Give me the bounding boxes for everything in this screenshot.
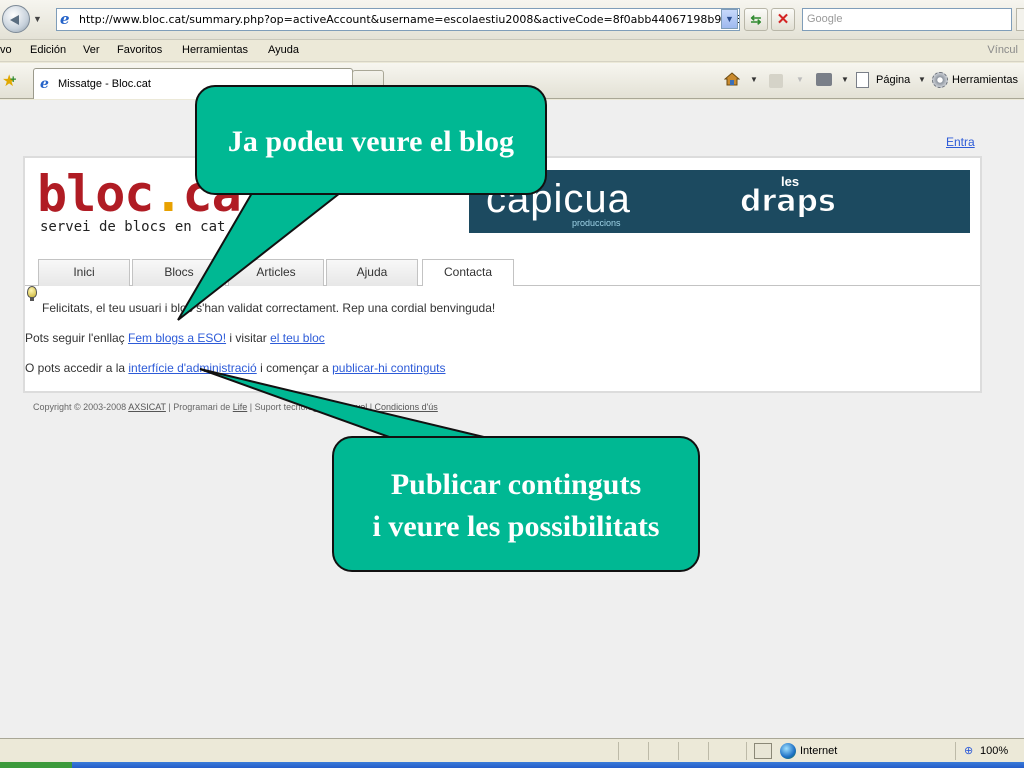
status-separator bbox=[955, 742, 956, 760]
callout-1-pointer bbox=[177, 192, 343, 321]
callout-2-line2: i veure les possibilitats bbox=[372, 510, 660, 543]
start-button[interactable] bbox=[0, 762, 72, 768]
protected-mode-icon[interactable] bbox=[754, 743, 772, 759]
status-separator bbox=[618, 742, 619, 760]
status-separator bbox=[648, 742, 649, 760]
zoom-icon[interactable]: ⊕ bbox=[964, 744, 973, 757]
status-separator bbox=[708, 742, 709, 760]
zoom-level[interactable]: 100% bbox=[980, 745, 1008, 757]
callout-1-text: Ja podeu veure el blog bbox=[227, 125, 515, 158]
callout-view-blog: Ja podeu veure el blog bbox=[195, 85, 547, 195]
windows-taskbar bbox=[0, 762, 1024, 768]
status-separator bbox=[678, 742, 679, 760]
status-bar: Internet ⊕ 100% bbox=[0, 738, 1024, 762]
status-separator bbox=[746, 742, 747, 760]
callout-2-pointer bbox=[199, 368, 489, 439]
callout-2-line1: Publicar continguts bbox=[390, 468, 642, 501]
internet-zone-icon[interactable] bbox=[780, 743, 796, 759]
callout-publish: Publicar continguts i veure les possibili… bbox=[332, 436, 700, 572]
zone-label[interactable]: Internet bbox=[800, 745, 837, 757]
